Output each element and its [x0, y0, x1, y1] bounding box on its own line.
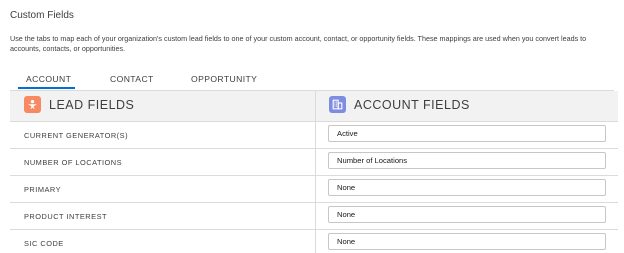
table-row: PRIMARY None — [10, 176, 618, 203]
lead-field-label: SIC CODE — [24, 239, 64, 248]
lead-fields-label: LEAD FIELDS — [49, 97, 135, 112]
account-field-select[interactable]: None — [328, 179, 606, 196]
section-description: Use the tabs to map each of your organiz… — [10, 34, 587, 53]
account-field-select[interactable]: None — [328, 206, 606, 223]
table-row: NUMBER OF LOCATIONS Number of Locations — [10, 149, 618, 176]
table-row: PRODUCT INTEREST None — [10, 203, 618, 230]
account-fields-header: ACCOUNT FIELDS — [329, 96, 470, 113]
account-field-select[interactable]: Number of Locations — [328, 152, 606, 169]
table-row: SIC CODE None — [10, 230, 618, 253]
account-icon — [329, 96, 346, 113]
column-divider — [315, 91, 316, 253]
lead-field-label: PRIMARY — [24, 185, 62, 194]
table-row: CURRENT GENERATOR(S) Active — [10, 122, 618, 149]
table-header: LEAD FIELDS ACCOUNT FIELDS — [10, 91, 618, 122]
tab-contact[interactable]: CONTACT — [110, 74, 154, 84]
lead-field-label: CURRENT GENERATOR(S) — [24, 131, 129, 140]
lead-icon — [24, 96, 41, 113]
account-field-select[interactable]: None — [328, 233, 606, 250]
field-mapping-table: LEAD FIELDS ACCOUNT FIELDS CURRENT GENER… — [10, 91, 618, 253]
active-tab-indicator — [18, 87, 75, 89]
account-field-select[interactable]: Active — [328, 125, 606, 142]
tab-opportunity[interactable]: OPPORTUNITY — [191, 74, 257, 84]
lead-field-label: NUMBER OF LOCATIONS — [24, 158, 123, 167]
account-fields-label: ACCOUNT FIELDS — [354, 97, 470, 112]
tab-account[interactable]: ACCOUNT — [26, 74, 74, 84]
lead-fields-header: LEAD FIELDS — [24, 96, 134, 113]
section-title: Custom Fields — [10, 10, 74, 21]
lead-field-label: PRODUCT INTEREST — [24, 212, 108, 221]
